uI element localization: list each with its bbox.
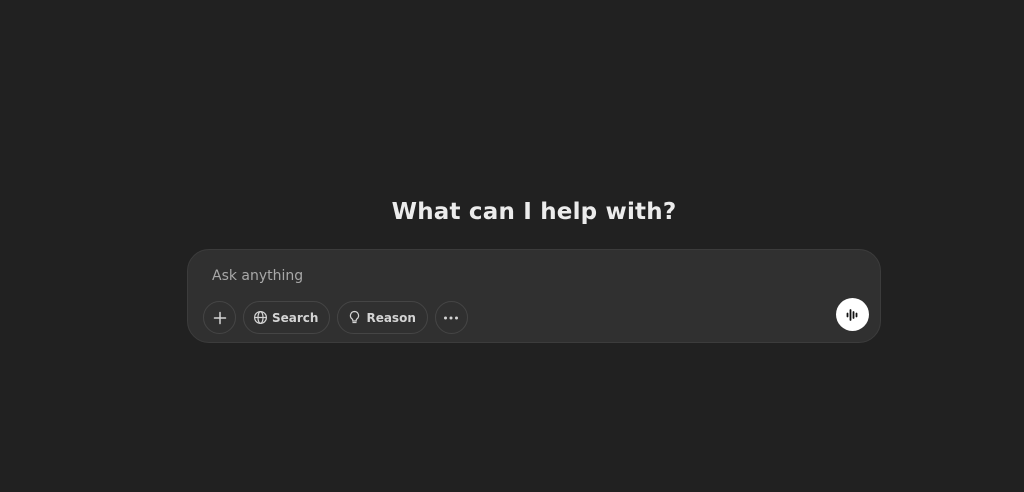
plus-icon <box>213 311 227 325</box>
search-button[interactable]: Search <box>243 301 331 334</box>
voice-mode-button[interactable] <box>836 298 869 331</box>
ellipsis-icon <box>443 315 459 321</box>
voice-waveform-icon <box>845 307 861 323</box>
page: What can I help with? Ask anything Searc… <box>0 0 1024 492</box>
search-button-label: Search <box>272 310 319 325</box>
chat-composer: Search Reason <box>187 249 881 343</box>
reason-button-label: Reason <box>366 310 416 325</box>
reason-button[interactable]: Reason <box>337 301 428 334</box>
prompt-input[interactable] <box>212 264 812 288</box>
lightbulb-icon <box>347 310 362 325</box>
attach-button[interactable] <box>203 301 236 334</box>
composer-toolbar: Search Reason <box>203 301 468 334</box>
page-title: What can I help with? <box>391 199 677 225</box>
globe-icon <box>253 310 268 325</box>
more-tools-button[interactable] <box>434 301 468 334</box>
